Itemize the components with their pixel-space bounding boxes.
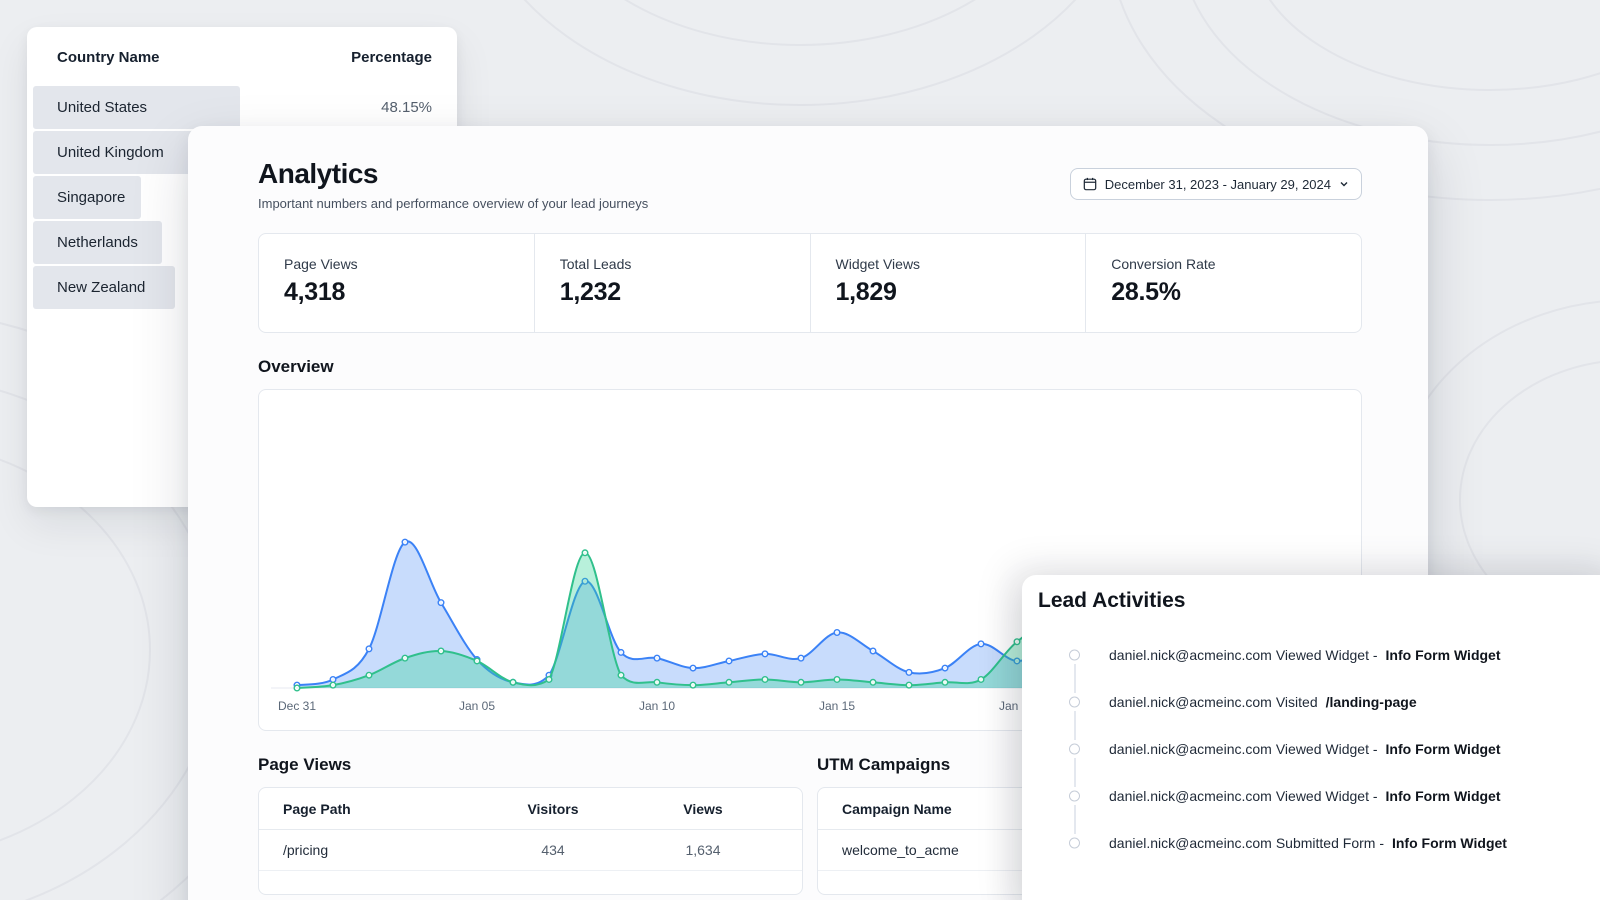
page-path: /pricing (283, 842, 478, 858)
lead-activities-title: Lead Activities (1022, 575, 1600, 613)
lead-email: daniel.nick@acmeinc.com (1109, 788, 1272, 804)
lead-activity-item[interactable]: daniel.nick@acmeinc.com Viewed Widget - … (1022, 725, 1600, 772)
timeline-dot-icon (1069, 790, 1080, 801)
svg-text:Jan 15: Jan 15 (819, 699, 855, 713)
analytics-header: Analytics Important numbers and performa… (188, 126, 1428, 211)
page-views-table: Page Path Visitors Views /pricing 434 1,… (258, 787, 803, 895)
overview-section-title: Overview (258, 357, 1362, 377)
activity-action: Viewed Widget - (1276, 647, 1378, 663)
lead-activity-item[interactable]: daniel.nick@acmeinc.com Visited /landing… (1022, 678, 1600, 725)
lead-email: daniel.nick@acmeinc.com (1109, 835, 1272, 851)
timeline-dot-icon (1069, 837, 1080, 848)
stat-value: 1,829 (836, 278, 1086, 307)
activity-action: Submitted Form - (1276, 835, 1384, 851)
activity-target: Info Form Widget (1386, 788, 1501, 804)
analytics-heading-block: Analytics Important numbers and performa… (258, 158, 648, 211)
timeline-dot-icon (1069, 696, 1080, 707)
svg-text:Jan 05: Jan 05 (459, 699, 495, 713)
stat-value: 1,232 (560, 278, 810, 307)
page-views-section: Page Views Page Path Visitors Views /pri… (258, 755, 803, 895)
lead-email: daniel.nick@acmeinc.com (1109, 647, 1272, 663)
country-name: New Zealand (57, 279, 145, 296)
stat-label: Conversion Rate (1111, 256, 1361, 272)
page-subtitle: Important numbers and performance overvi… (258, 196, 648, 211)
col-visitors: Visitors (478, 801, 628, 817)
lead-activity-item[interactable]: daniel.nick@acmeinc.com Viewed Widget - … (1022, 772, 1600, 819)
country-table-header: Country Name Percentage (27, 27, 457, 66)
col-views: Views (628, 801, 778, 817)
stat-page-views: Page Views 4,318 (259, 234, 534, 332)
chevron-down-icon (1339, 179, 1349, 189)
country-row-united-states[interactable]: United States 48.15% (27, 86, 457, 129)
page-title: Analytics (258, 158, 648, 190)
date-range-label: December 31, 2023 - January 29, 2024 (1105, 177, 1331, 192)
stat-widget-views: Widget Views 1,829 (810, 234, 1086, 332)
lead-activities-list: daniel.nick@acmeinc.com Viewed Widget - … (1022, 631, 1600, 866)
activity-target: Info Form Widget (1386, 647, 1501, 663)
percentage-column-header: Percentage (351, 49, 432, 66)
svg-text:Dec 31: Dec 31 (278, 699, 316, 713)
page-views-row-pricing[interactable]: /pricing 434 1,634 (259, 830, 802, 871)
calendar-icon (1083, 177, 1097, 191)
activity-action: Visited (1276, 694, 1318, 710)
date-range-picker[interactable]: December 31, 2023 - January 29, 2024 (1070, 168, 1362, 200)
page-views-title: Page Views (258, 755, 803, 775)
activity-target: /landing-page (1326, 694, 1417, 710)
country-name: United States (57, 99, 147, 116)
activity-target: Info Form Widget (1386, 741, 1501, 757)
views-count: 1,634 (628, 842, 778, 858)
country-name-column-header: Country Name (57, 49, 160, 66)
timeline-dot-icon (1069, 743, 1080, 754)
stat-label: Widget Views (836, 256, 1086, 272)
stat-total-leads: Total Leads 1,232 (534, 234, 810, 332)
page-views-table-header: Page Path Visitors Views (259, 788, 802, 830)
activity-action: Viewed Widget - (1276, 788, 1378, 804)
timeline-dot-icon (1069, 649, 1080, 660)
country-name: United Kingdom (57, 144, 164, 161)
stat-value: 28.5% (1111, 278, 1361, 307)
visitors-count: 434 (478, 842, 628, 858)
country-percentage: 48.15% (381, 99, 432, 116)
lead-email: daniel.nick@acmeinc.com (1109, 694, 1272, 710)
activity-action: Viewed Widget - (1276, 741, 1378, 757)
country-name: Singapore (57, 189, 125, 206)
stat-label: Total Leads (560, 256, 810, 272)
kpi-stats-card: Page Views 4,318 Total Leads 1,232 Widge… (258, 233, 1362, 333)
svg-text:Jan 10: Jan 10 (639, 699, 675, 713)
country-name: Netherlands (57, 234, 138, 251)
stat-value: 4,318 (284, 278, 534, 307)
stat-label: Page Views (284, 256, 534, 272)
activity-target: Info Form Widget (1392, 835, 1507, 851)
analytics-dashboard: Country Name Percentage United States 48… (0, 0, 1600, 900)
col-page-path: Page Path (283, 801, 478, 817)
lead-activity-item[interactable]: daniel.nick@acmeinc.com Viewed Widget - … (1022, 631, 1600, 678)
lead-activity-item[interactable]: daniel.nick@acmeinc.com Submitted Form -… (1022, 819, 1600, 866)
stat-conversion-rate: Conversion Rate 28.5% (1085, 234, 1361, 332)
lead-activities-card: Lead Activities daniel.nick@acmeinc.com … (1022, 575, 1600, 900)
lead-email: daniel.nick@acmeinc.com (1109, 741, 1272, 757)
